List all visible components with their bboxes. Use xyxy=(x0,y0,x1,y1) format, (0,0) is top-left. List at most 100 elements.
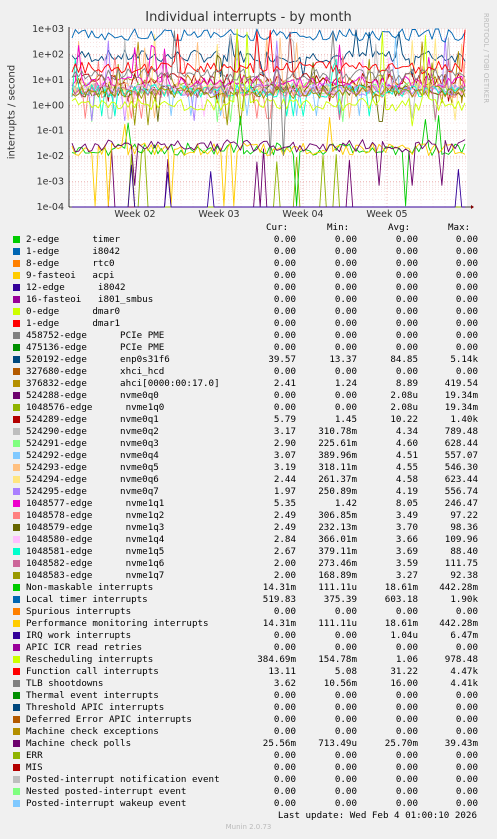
legend-cur: 0.00 xyxy=(273,630,296,641)
legend-avg: 0.00 xyxy=(395,786,418,797)
legend-swatch xyxy=(13,416,20,423)
legend-label: IRQ work interrupts xyxy=(26,630,132,641)
legend-min: 225.61m xyxy=(318,438,357,449)
legend-max: 0.00 xyxy=(455,774,478,785)
legend-swatch xyxy=(13,404,20,411)
legend-row: Threshold APIC interrupts 0.00 0.00 0.00 0.0… xyxy=(0,702,497,714)
header-cur: Cur: xyxy=(266,222,289,233)
legend-max: 0.00 xyxy=(455,702,478,713)
legend-max: 0.00 xyxy=(455,786,478,797)
legend-min: 389.96m xyxy=(318,450,357,461)
legend-min: 713.49u xyxy=(318,738,357,749)
legend-avg: 0.00 xyxy=(395,270,418,281)
legend-label: 475136-edge PCIe PME xyxy=(26,342,165,353)
legend-swatch xyxy=(13,356,20,363)
legend-cur: 0.00 xyxy=(273,234,296,245)
legend-max: 0.00 xyxy=(455,714,478,725)
legend-row: 327680-edge xhci_hcd 0.00 0.00 0.00 0.00 xyxy=(0,366,497,378)
legend-avg: 0.00 xyxy=(395,330,418,341)
legend-label: TLB shootdowns xyxy=(26,678,104,689)
legend-swatch xyxy=(13,380,20,387)
legend-row: 1048579-edge nvme1q3 2.49 232.13m 3.70 98.36 xyxy=(0,522,497,534)
legend-max: 4.41k xyxy=(450,678,478,689)
legend-min: 0.00 xyxy=(334,270,357,281)
legend-row: 520192-edge enp0s31f6 39.57 13.37 84.85 5.14… xyxy=(0,354,497,366)
legend-avg: 0.00 xyxy=(395,726,418,737)
legend-row: 0-edge dmar0 0.00 0.00 0.00 0.00 xyxy=(0,306,497,318)
legend-cur: 0.00 xyxy=(273,294,296,305)
legend-cur: 14.31m xyxy=(262,618,296,629)
legend-min: 0.00 xyxy=(334,762,357,773)
legend-cur: 5.35 xyxy=(273,498,296,509)
legend-label: Machine check polls xyxy=(26,738,132,749)
legend-label: 1-edge i8042 xyxy=(26,246,121,257)
legend-max: 557.07 xyxy=(444,450,478,461)
legend-max: 556.74 xyxy=(444,486,478,497)
legend-label: Deferred Error APIC interrupts xyxy=(26,714,192,725)
legend-min: 0.00 xyxy=(334,402,357,413)
x-axis-arrow xyxy=(471,205,474,209)
legend-cur: 2.49 xyxy=(273,510,296,521)
legend-avg: 10.22 xyxy=(390,414,418,425)
legend-max: 109.96 xyxy=(444,534,478,545)
legend-label: 1048582-edge nvme1q6 xyxy=(26,558,165,569)
legend-swatch xyxy=(13,308,20,315)
legend-cur: 2.84 xyxy=(273,534,296,545)
legend-cur: 3.62 xyxy=(273,678,296,689)
legend-cur: 384.69m xyxy=(257,654,296,665)
legend-swatch xyxy=(13,800,20,807)
last-update: Last update: Wed Feb 4 01:00:10 2026 xyxy=(277,810,477,821)
legend-max: 19.34m xyxy=(444,402,478,413)
legend-swatch xyxy=(13,428,20,435)
legend-cur: 0.00 xyxy=(273,762,296,773)
legend-row: Performance monitoring interrupts 14.31m 1… xyxy=(0,618,497,630)
legend-row: Rescheduling interrupts 384.69m 154.78m 1.0… xyxy=(0,654,497,666)
legend-min: 0.00 xyxy=(334,630,357,641)
legend-swatch xyxy=(13,284,20,291)
legend-min: 0.00 xyxy=(334,318,357,329)
legend-min: 1.24 xyxy=(334,378,357,389)
legend-row: Thermal event interrupts 0.00 0.00 0.00 0.00 xyxy=(0,690,497,702)
legend-max: 0.00 xyxy=(455,258,478,269)
legend-row: 16-fasteoi i801_smbus 0.00 0.00 0.00 0.00 xyxy=(0,294,497,306)
legend-label: 8-edge rtc0 xyxy=(26,258,115,269)
legend-max: 0.00 xyxy=(455,294,478,305)
legend-swatch xyxy=(13,692,20,699)
legend-min: 1.42 xyxy=(334,498,357,509)
legend-swatch xyxy=(13,248,20,255)
legend-swatch xyxy=(13,632,20,639)
legend-cur: 0.00 xyxy=(273,786,296,797)
legend-row: 1048581-edge nvme1q5 2.67 379.11m 3.69 88.40 xyxy=(0,546,497,558)
legend-swatch xyxy=(13,572,20,579)
legend-min: 273.46m xyxy=(318,558,357,569)
legend-min: 0.00 xyxy=(334,702,357,713)
munin-version: Munin 2.0.73 xyxy=(225,823,272,831)
legend-avg: 3.49 xyxy=(395,510,418,521)
x-tick-label: Week 05 xyxy=(366,209,407,220)
legend-max: 0.00 xyxy=(455,642,478,653)
legend-avg: 2.08u xyxy=(390,390,418,401)
legend-label: Spurious interrupts xyxy=(26,606,132,617)
legend-cur: 0.00 xyxy=(273,366,296,377)
legend-row: 475136-edge PCIe PME 0.00 0.00 0.00 0.00 xyxy=(0,342,497,354)
legend-max: 246.47 xyxy=(444,498,478,509)
legend-max: 97.22 xyxy=(450,510,478,521)
legend-max: 0.00 xyxy=(455,306,478,317)
legend-swatch xyxy=(13,536,20,543)
legend-min: 0.00 xyxy=(334,294,357,305)
legend-label: APIC ICR read retries xyxy=(26,642,143,653)
legend-label: 524288-edge nvme0q0 xyxy=(26,390,159,401)
legend-swatch xyxy=(13,320,20,327)
legend-min: 261.37m xyxy=(318,474,357,485)
legend-cur: 3.17 xyxy=(273,426,296,437)
legend-avg: 0.00 xyxy=(395,606,418,617)
legend-max: 442.28m xyxy=(439,618,478,629)
legend-max: 0.00 xyxy=(455,342,478,353)
legend-row: 1048580-edge nvme1q4 2.84 366.01m 3.66 109.9… xyxy=(0,534,497,546)
legend-label: 0-edge dmar0 xyxy=(26,306,121,317)
legend-min: 10.56m xyxy=(323,678,357,689)
legend-row: 524289-edge nvme0q1 5.79 1.45 10.22 1.40k xyxy=(0,414,497,426)
legend-cur: 0.00 xyxy=(273,750,296,761)
legend-avg: 0.00 xyxy=(395,798,418,809)
legend-max: 0.00 xyxy=(455,330,478,341)
